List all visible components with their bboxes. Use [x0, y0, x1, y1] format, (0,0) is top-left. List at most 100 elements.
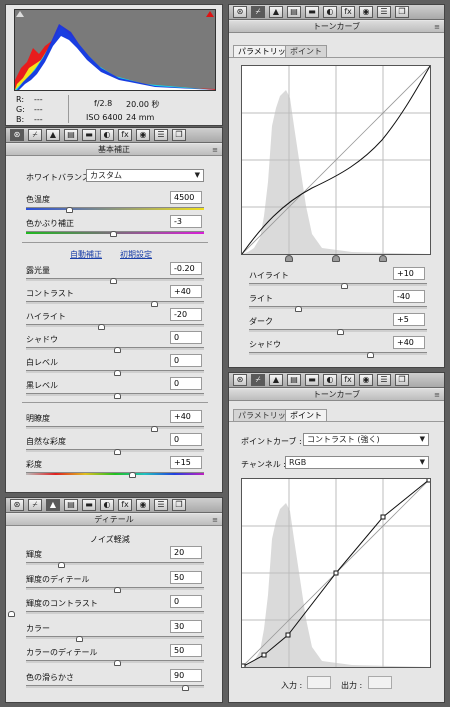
slider-thumb[interactable]	[114, 449, 121, 455]
tint-slider-thumb[interactable]	[110, 231, 117, 237]
detail-icon[interactable]: ▲	[269, 374, 283, 386]
panel-menu-icon[interactable]: ≡	[434, 389, 440, 401]
slider-value-input[interactable]: 0	[170, 433, 202, 446]
detail-icon[interactable]: ▲	[269, 6, 283, 18]
slider-value-input[interactable]: 0	[170, 331, 202, 344]
slider-track[interactable]	[26, 562, 204, 565]
aperture-icon[interactable]: ⊛	[10, 499, 24, 511]
slider-thumb[interactable]	[114, 347, 121, 353]
fx-icon[interactable]: fx	[118, 499, 132, 511]
slider-value-input[interactable]: 0	[170, 354, 202, 367]
slider-value-input[interactable]: 30	[170, 619, 202, 633]
snapshots-icon[interactable]: ❐	[395, 374, 409, 386]
split-handle-highlights[interactable]	[379, 255, 387, 262]
detail-icon[interactable]: ▲	[46, 129, 60, 141]
input-field[interactable]	[307, 676, 331, 689]
slider-thumb[interactable]	[151, 426, 158, 432]
slider-track[interactable]	[26, 426, 204, 429]
white-balance-select[interactable]: カスタム ▼	[86, 169, 204, 182]
split-handle-shadows[interactable]	[285, 255, 293, 262]
panel-menu-icon[interactable]: ≡	[212, 144, 218, 156]
slider-thumb[interactable]	[110, 278, 117, 284]
temperature-input[interactable]: 4500	[170, 191, 202, 204]
point-curve-graph[interactable]	[240, 477, 432, 669]
output-field[interactable]	[368, 676, 392, 689]
slider-value-input[interactable]: 50	[170, 570, 202, 584]
tab-point[interactable]: ポイント	[285, 409, 327, 421]
slider-value-input[interactable]: 50	[170, 644, 202, 657]
split-toning-icon[interactable]: ▬	[82, 129, 96, 141]
slider-thumb[interactable]	[58, 562, 65, 568]
tone-curve-graph[interactable]	[241, 65, 431, 255]
snapshots-icon[interactable]: ❐	[395, 6, 409, 18]
split-toning-icon[interactable]: ▬	[305, 374, 319, 386]
slider-thumb[interactable]	[367, 352, 374, 358]
slider-value-input[interactable]: +10	[393, 267, 425, 280]
slider-value-input[interactable]: +40	[170, 410, 202, 423]
slider-value-input[interactable]: 0	[170, 377, 202, 390]
slider-thumb[interactable]	[8, 611, 15, 617]
camera-calibration-icon[interactable]: ◉	[136, 129, 150, 141]
slider-value-input[interactable]: +40	[393, 336, 425, 349]
hsl-icon[interactable]: ▤	[287, 6, 301, 18]
hsl-icon[interactable]: ▤	[64, 129, 78, 141]
tint-input[interactable]: -3	[170, 215, 202, 228]
slider-thumb[interactable]	[114, 660, 121, 666]
slider-value-input[interactable]: +15	[170, 456, 202, 469]
panel-menu-icon[interactable]: ≡	[434, 21, 440, 33]
split-toning-icon[interactable]: ▬	[82, 499, 96, 511]
lens-icon[interactable]: ◐	[323, 6, 337, 18]
slider-track[interactable]	[26, 684, 204, 688]
slider-value-input[interactable]: +5	[393, 313, 425, 326]
slider-value-input[interactable]: 0	[170, 595, 202, 608]
presets-icon[interactable]: ☰	[154, 499, 168, 511]
detail-icon[interactable]: ▲	[46, 499, 60, 511]
tone-curve-icon[interactable]: ⌿	[28, 129, 42, 141]
slider-track[interactable]	[249, 306, 427, 309]
hsl-icon[interactable]: ▤	[64, 499, 78, 511]
snapshots-icon[interactable]: ❐	[172, 499, 186, 511]
slider-value-input[interactable]: -20	[170, 308, 202, 321]
tone-curve-icon[interactable]: ⌿	[251, 6, 265, 18]
slider-value-input[interactable]: 20	[170, 546, 202, 559]
split-handle-midtones[interactable]	[332, 255, 340, 262]
slider-thumb[interactable]	[337, 329, 344, 335]
lens-icon[interactable]: ◐	[100, 499, 114, 511]
temperature-slider[interactable]	[26, 207, 204, 210]
slider-thumb[interactable]	[114, 393, 121, 399]
aperture-icon[interactable]: ⊛	[233, 6, 247, 18]
point-curve-select[interactable]: コントラスト (強く) ▼	[303, 433, 429, 446]
tab-point[interactable]: ポイント	[285, 45, 327, 57]
slider-track[interactable]	[26, 635, 204, 639]
fx-icon[interactable]: fx	[341, 374, 355, 386]
camera-calibration-icon[interactable]: ◉	[359, 6, 373, 18]
slider-thumb[interactable]	[129, 472, 136, 478]
slider-thumb[interactable]	[76, 635, 83, 642]
aperture-icon[interactable]: ⊛	[233, 374, 247, 386]
default-button[interactable]: 初期設定	[120, 249, 152, 260]
tone-curve-icon[interactable]: ⌿	[251, 374, 265, 386]
aperture-icon[interactable]: ⊛	[10, 129, 24, 141]
tone-curve-icon[interactable]: ⌿	[28, 499, 42, 511]
slider-track[interactable]	[26, 324, 204, 327]
camera-calibration-icon[interactable]: ◉	[136, 499, 150, 511]
presets-icon[interactable]: ☰	[377, 6, 391, 18]
slider-value-input[interactable]: -0.20	[170, 262, 202, 275]
fx-icon[interactable]: fx	[118, 129, 132, 141]
slider-track[interactable]	[26, 611, 204, 614]
auto-button[interactable]: 自動補正	[70, 249, 102, 260]
panel-menu-icon[interactable]: ≡	[212, 514, 218, 526]
slider-thumb[interactable]	[114, 586, 121, 593]
presets-icon[interactable]: ☰	[377, 374, 391, 386]
temperature-slider-thumb[interactable]	[66, 207, 73, 213]
lens-icon[interactable]: ◐	[323, 374, 337, 386]
fx-icon[interactable]: fx	[341, 6, 355, 18]
presets-icon[interactable]: ☰	[154, 129, 168, 141]
slider-value-input[interactable]: -40	[393, 290, 425, 303]
slider-track[interactable]	[249, 283, 427, 286]
slider-track[interactable]	[26, 301, 204, 304]
slider-value-input[interactable]: +40	[170, 285, 202, 298]
slider-thumb[interactable]	[295, 306, 302, 312]
snapshots-icon[interactable]: ❐	[172, 129, 186, 141]
channel-select[interactable]: RGB ▼	[285, 456, 429, 469]
